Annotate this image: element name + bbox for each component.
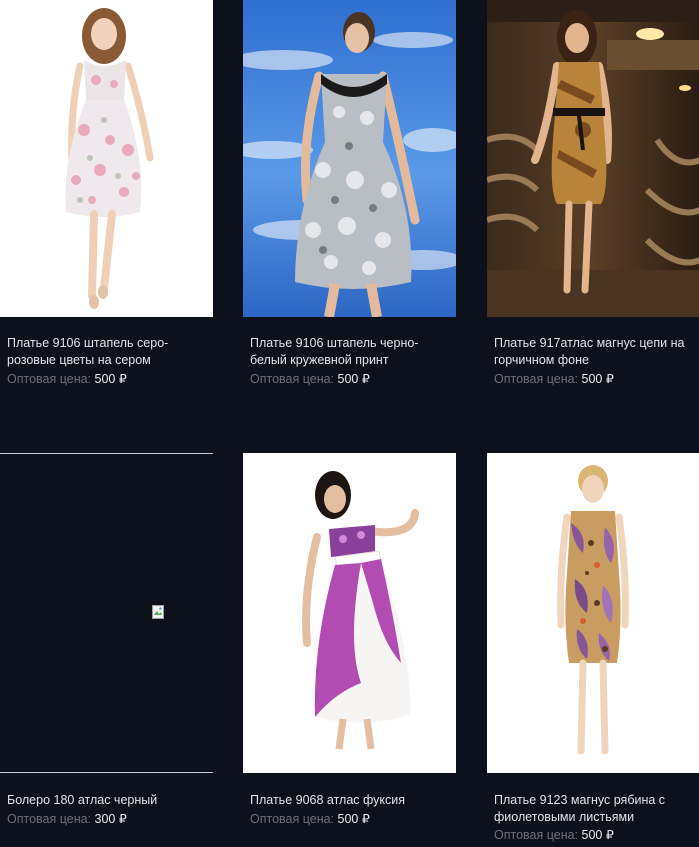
product-title[interactable]: Платье 9123 магнус рябина с фиолетовыми … (494, 792, 694, 826)
broken-image-icon[interactable] (152, 605, 164, 619)
product-title[interactable]: Болеро 180 атлас черный (7, 792, 207, 809)
product-grid: Платье 9106 штапель серо-розовые цветы н… (0, 0, 699, 847)
product-photo-lace-dress[interactable] (243, 0, 456, 317)
product-card[interactable]: Платье 9123 магнус рябина с фиолетовыми … (487, 453, 699, 847)
product-photo-mustard-dress[interactable] (487, 0, 699, 317)
price-value: 500 (337, 812, 359, 826)
product-price: Оптовая цена: 500 ₽ (7, 371, 127, 388)
product-price: Оптовая цена: 500 ₽ (494, 371, 614, 388)
price-label: Оптовая цена: (250, 812, 335, 826)
price-label: Оптовая цена: (7, 812, 92, 826)
product-price: Оптовая цена: 500 ₽ (250, 811, 370, 828)
price-value: 500 (581, 372, 603, 386)
ruble-currency-icon: ₽ (605, 372, 614, 386)
product-card[interactable]: Платье 917атлас магнус цепи на горчичном… (487, 0, 699, 400)
ruble-currency-icon: ₽ (361, 812, 370, 826)
price-label: Оптовая цена: (250, 372, 335, 386)
price-label: Оптовая цена: (494, 372, 579, 386)
product-title[interactable]: Платье 9106 штапель серо-розовые цветы н… (7, 335, 207, 369)
divider (0, 772, 213, 773)
product-price: Оптовая цена: 500 ₽ (494, 827, 614, 844)
price-value: 500 (581, 828, 603, 842)
product-price: Оптовая цена: 500 ₽ (250, 371, 370, 388)
product-photo-fuchsia-dress[interactable] (243, 453, 456, 773)
price-label: Оптовая цена: (7, 372, 92, 386)
ruble-currency-icon: ₽ (605, 828, 614, 842)
product-price: Оптовая цена: 300 ₽ (7, 811, 127, 828)
price-label: Оптовая цена: (494, 828, 579, 842)
product-card[interactable]: Болеро 180 атлас черный Оптовая цена: 30… (0, 453, 213, 847)
price-value: 300 (94, 812, 116, 826)
price-value: 500 (94, 372, 116, 386)
product-title[interactable]: Платье 9106 штапель черно-белый кружевно… (250, 335, 450, 369)
ruble-currency-icon: ₽ (361, 372, 370, 386)
product-title[interactable]: Платье 917атлас магнус цепи на горчичном… (494, 335, 694, 369)
ruble-currency-icon: ₽ (118, 812, 127, 826)
price-value: 500 (337, 372, 359, 386)
product-card[interactable]: Платье 9106 штапель черно-белый кружевно… (243, 0, 456, 400)
product-title[interactable]: Платье 9068 атлас фуксия (250, 792, 450, 809)
product-photo-rowan-dress[interactable] (487, 453, 699, 773)
divider (0, 453, 213, 454)
product-card[interactable]: Платье 9068 атлас фуксия Оптовая цена: 5… (243, 453, 456, 847)
product-photo-floral-dress[interactable] (0, 0, 213, 317)
product-card[interactable]: Платье 9106 штапель серо-розовые цветы н… (0, 0, 213, 400)
ruble-currency-icon: ₽ (118, 372, 127, 386)
